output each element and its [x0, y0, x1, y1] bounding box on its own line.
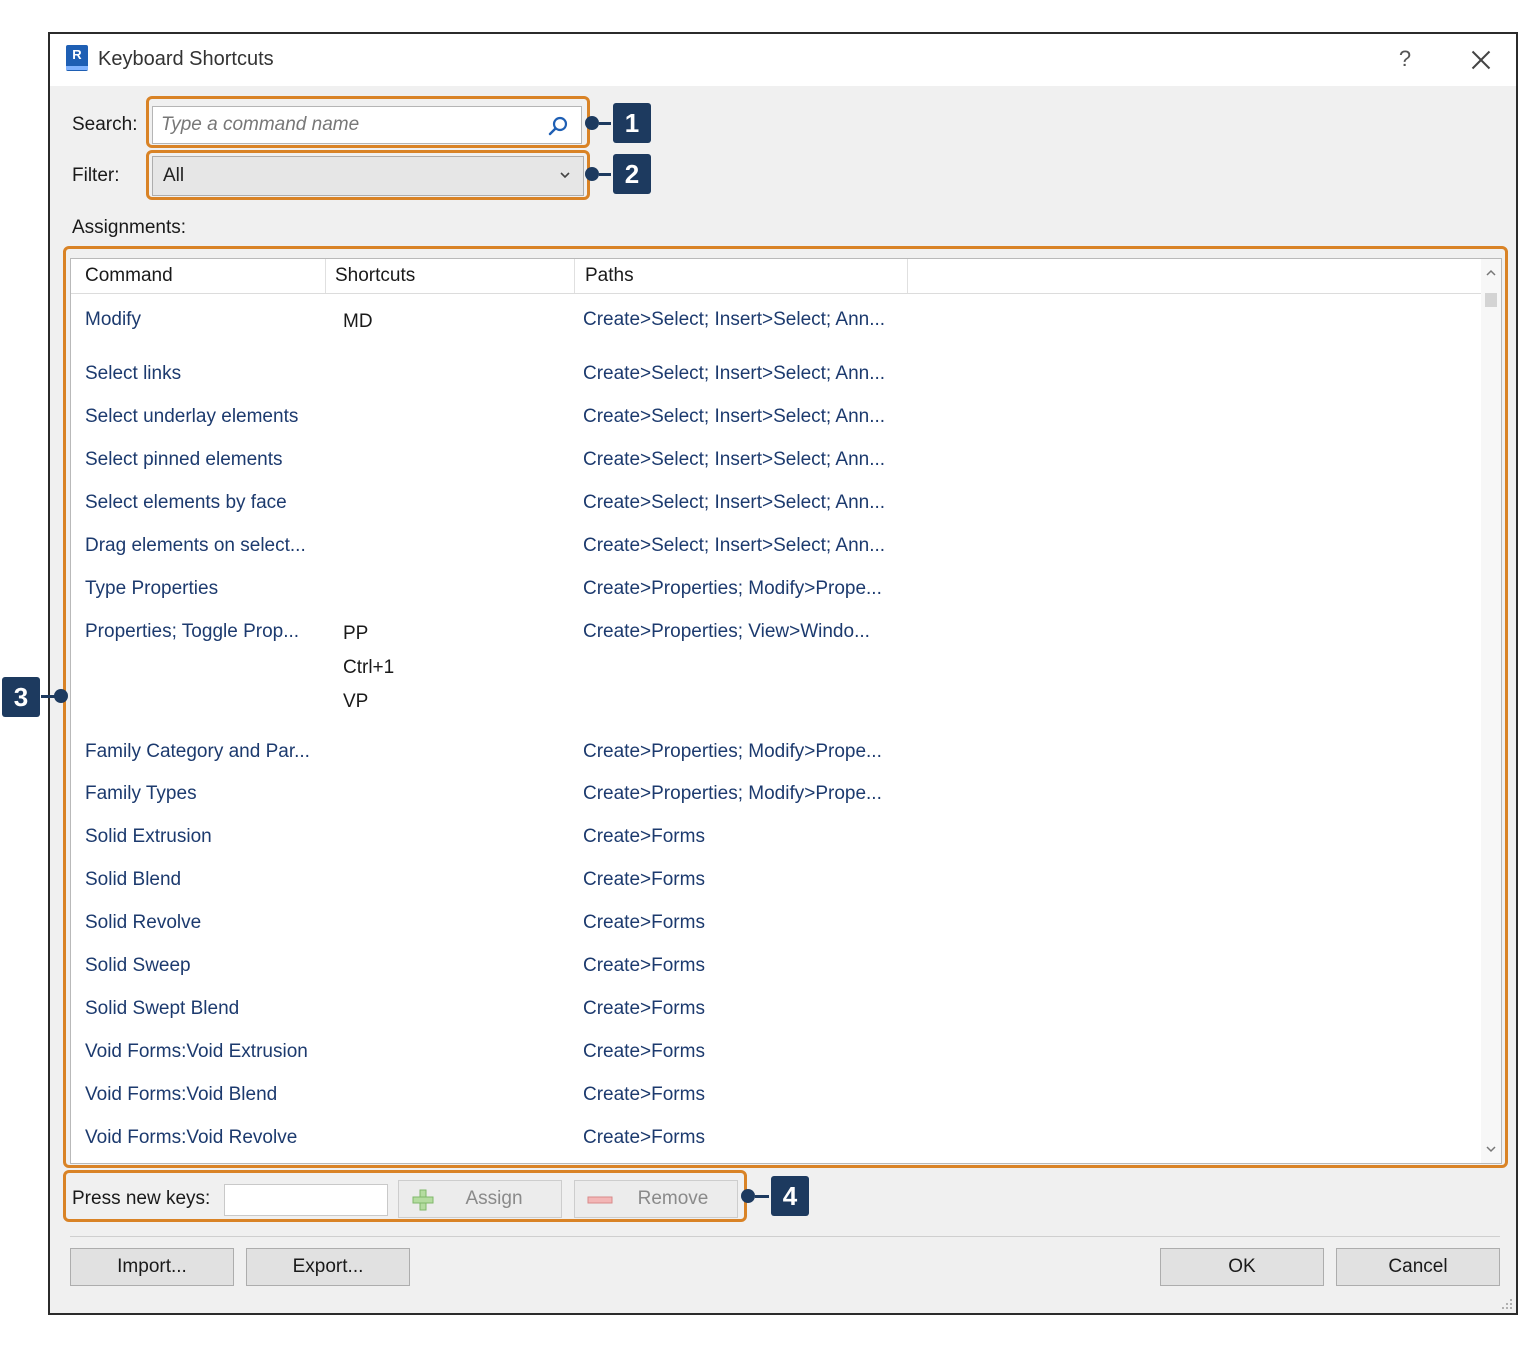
resize-grip-icon[interactable] [1498, 1295, 1514, 1311]
callout-line-2 [599, 173, 611, 176]
ok-button[interactable]: OK [1160, 1248, 1324, 1286]
highlight-search [146, 96, 590, 148]
import-button[interactable]: Import... [70, 1248, 234, 1286]
dialog-title: Keyboard Shortcuts [98, 48, 274, 70]
app-icon: R [66, 45, 88, 71]
filter-label: Filter: [72, 165, 120, 186]
callout-3: 3 [2, 677, 40, 717]
callout-2: 2 [613, 154, 651, 194]
cancel-button[interactable]: Cancel [1336, 1248, 1500, 1286]
callout-line-3 [41, 695, 55, 698]
highlight-keys [63, 1170, 747, 1222]
app-icon-letter: R [72, 47, 82, 62]
callout-4: 4 [771, 1176, 809, 1216]
highlight-assignments [63, 246, 1508, 1168]
callout-dot-3 [54, 689, 68, 703]
help-icon[interactable]: ? [1390, 44, 1420, 74]
callout-dot-1 [585, 116, 599, 130]
callout-line-1 [599, 122, 611, 125]
callout-dot-2 [585, 167, 599, 181]
assignments-label: Assignments: [72, 217, 187, 238]
footer-divider [70, 1236, 1500, 1237]
title-bar: R Keyboard Shortcuts ? [50, 34, 1516, 86]
search-label: Search: [72, 114, 138, 135]
export-button[interactable]: Export... [246, 1248, 410, 1286]
callout-dot-4 [741, 1189, 755, 1203]
close-icon[interactable] [1464, 44, 1498, 74]
callout-line-4 [755, 1195, 769, 1198]
highlight-filter [146, 150, 590, 200]
callout-1: 1 [613, 103, 651, 143]
